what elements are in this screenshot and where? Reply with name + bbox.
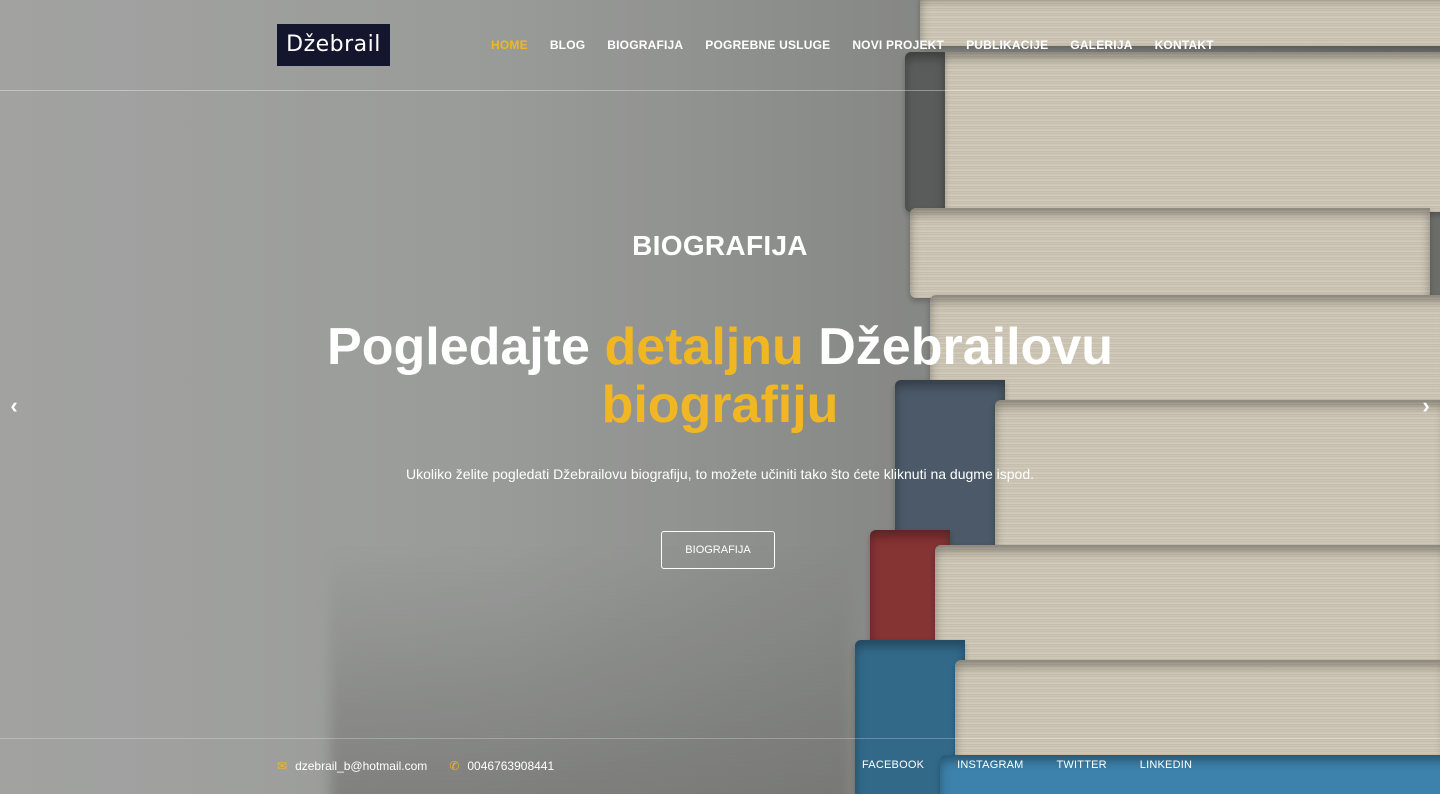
nav-item-biografija[interactable]: BIOGRAFIJA (607, 38, 683, 52)
slide-headline: Pogledajte detaljnu Džebrailovu biografi… (320, 318, 1120, 434)
social-instagram[interactable]: INSTAGRAM (957, 759, 1023, 771)
nav-item-blog[interactable]: BLOG (550, 38, 585, 52)
chevron-left-icon[interactable]: ‹ (4, 395, 24, 417)
social-links: FACEBOOK INSTAGRAM TWITTER LINKEDIN (862, 759, 1192, 771)
biografija-button[interactable]: BIOGRAFIJA (661, 531, 775, 569)
headline-part-1: Pogledajte (327, 318, 605, 376)
contact-phone[interactable]: 0046763908441 (467, 759, 554, 773)
main-nav: HOME BLOG BIOGRAFIJA POGREBNE USLUGE NOV… (491, 38, 1214, 52)
social-twitter[interactable]: TWITTER (1057, 759, 1107, 771)
headline-part-3: Džebrailovu (803, 318, 1113, 376)
headline-highlight-2: biografiju (601, 376, 839, 434)
site-header: Džebrail HOME BLOG BIOGRAFIJA POGREBNE U… (0, 0, 1440, 91)
contact-info: ✉ dzebrail_b@hotmail.com ✆ 0046763908441 (277, 759, 554, 773)
nav-item-kontakt[interactable]: KONTAKT (1155, 38, 1214, 52)
envelope-icon: ✉ (277, 759, 288, 773)
slide-subtitle: Ukoliko želite pogledati Džebrailovu bio… (405, 466, 1034, 482)
hero-slider: Džebrail HOME BLOG BIOGRAFIJA POGREBNE U… (0, 0, 1440, 794)
social-facebook[interactable]: FACEBOOK (862, 759, 924, 771)
contact-email[interactable]: dzebrail_b@hotmail.com (295, 759, 427, 773)
nav-item-publikacije[interactable]: PUBLIKACIJE (966, 38, 1048, 52)
logo[interactable]: Džebrail (277, 24, 390, 66)
nav-item-home[interactable]: HOME (491, 38, 528, 52)
social-linkedin[interactable]: LINKEDIN (1140, 759, 1192, 771)
headline-highlight-1: detaljnu (604, 318, 804, 376)
chevron-right-icon[interactable]: › (1416, 395, 1436, 417)
nav-item-galerija[interactable]: GALERIJA (1070, 38, 1132, 52)
nav-item-pogrebne-usluge[interactable]: POGREBNE USLUGE (705, 38, 830, 52)
bottom-bar: ✉ dzebrail_b@hotmail.com ✆ 0046763908441… (0, 738, 1440, 794)
nav-item-novi-projekt[interactable]: NOVI PROJEKT (852, 38, 944, 52)
phone-icon: ✆ (449, 759, 460, 773)
slide-kicker: BIOGRAFIJA (632, 230, 808, 261)
